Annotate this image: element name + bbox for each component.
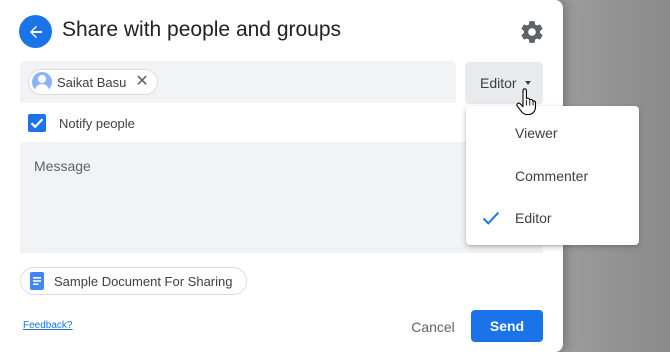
notify-checkbox[interactable] [28,114,46,132]
send-button[interactable]: Send [471,310,543,342]
caret-down-icon [525,81,531,85]
notify-label: Notify people [59,115,135,131]
recipient-name: Saikat Basu [57,74,127,90]
document-name: Sample Document For Sharing [54,273,233,289]
hand-pointer-icon [516,88,537,116]
notify-row: Notify people [28,114,135,132]
person-icon [32,72,52,92]
feedback-link[interactable]: Feedback? [23,320,72,331]
role-menu-item-editor[interactable]: Editor [466,198,639,238]
document-chip[interactable]: Sample Document For Sharing [20,267,248,295]
role-menu-label: Commenter [515,168,589,184]
message-textarea[interactable] [20,142,543,253]
google-docs-icon [30,272,44,290]
gear-icon[interactable] [519,19,545,45]
dialog-title: Share with people and groups [62,18,342,41]
cancel-button[interactable]: Cancel [401,311,465,343]
role-menu-item-commenter[interactable]: Commenter [466,156,639,196]
recipient-chip[interactable]: Saikat Basu ✕ [28,69,158,95]
close-icon[interactable]: ✕ [135,74,148,90]
role-menu-item-viewer[interactable]: Viewer [466,113,639,153]
role-button-label: Editor [480,75,517,91]
role-menu-label: Viewer [515,125,558,141]
checkmark-icon [482,211,500,225]
role-menu: Viewer Commenter Editor [466,106,639,245]
back-button[interactable] [19,15,52,48]
checkmark-icon [30,118,44,129]
people-input-field[interactable]: Saikat Basu ✕ [20,61,456,103]
arrow-left-icon [29,25,42,38]
role-menu-label: Editor [515,210,552,226]
